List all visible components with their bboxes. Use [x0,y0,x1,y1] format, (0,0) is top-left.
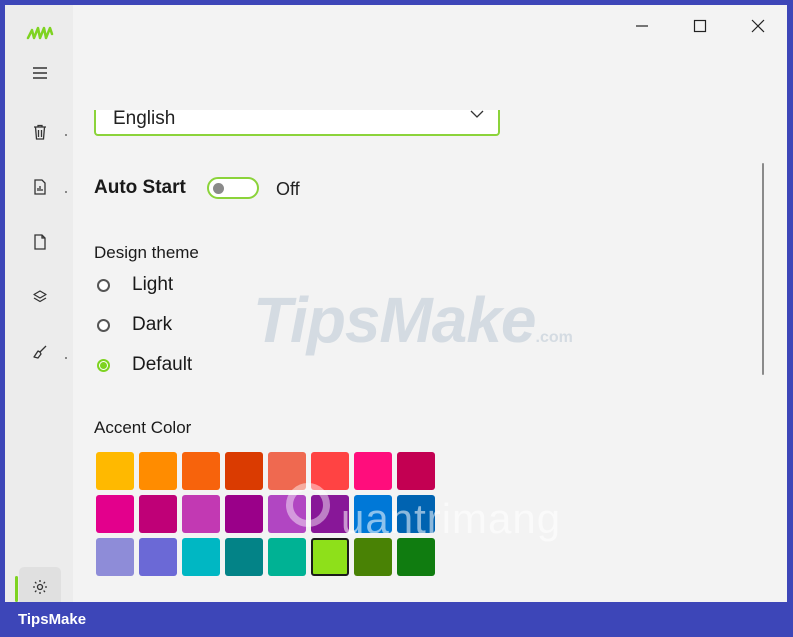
theme-option-default[interactable]: Default [97,352,192,378]
accent-swatch[interactable] [354,452,392,490]
radio-button[interactable] [97,278,110,292]
accent-swatch[interactable] [139,495,177,533]
brand-label: TipsMake [18,611,87,628]
active-indicator [15,576,18,602]
sidebar [5,5,73,602]
sidebar-item-reports[interactable] [19,167,61,207]
sidebar-dot [65,134,67,136]
accent-swatch[interactable] [96,495,134,533]
theme-option-light[interactable]: Light [97,272,173,298]
sidebar-dot [65,191,67,193]
watermark-suffix: .com [535,329,573,346]
theme-option-dark[interactable]: Dark [97,312,172,338]
chevron-down-icon [470,110,484,118]
language-value: English [113,110,176,129]
accent-swatch[interactable] [268,538,306,576]
layers-icon [33,290,47,303]
chart-document-icon [34,179,46,195]
auto-start-state: Off [276,179,300,199]
design-theme-label: Design theme [94,243,199,262]
close-icon [751,19,765,33]
scrollbar[interactable] [762,163,764,375]
minimize-button[interactable] [613,5,671,47]
radio-button[interactable] [97,318,110,332]
theme-option-label: Light [132,274,174,295]
accent-swatch[interactable] [225,452,263,490]
accent-swatch[interactable] [397,452,435,490]
auto-start-toggle[interactable] [207,177,259,199]
accent-swatch[interactable] [225,495,263,533]
window-controls [613,5,787,47]
accent-swatch[interactable] [182,538,220,576]
watermark-text: TipsMake [253,284,536,356]
sidebar-item-documents[interactable] [19,222,61,262]
sidebar-item-trash[interactable] [19,112,61,152]
minimize-icon [636,25,648,27]
accent-swatch[interactable] [225,538,263,576]
hamburger-icon [33,67,47,79]
sidebar-dot [65,357,67,359]
theme-option-label: Dark [132,314,173,335]
maximize-button[interactable] [671,5,729,47]
sidebar-item-layers[interactable] [19,277,61,317]
quantrimang-watermark: uantrimang [341,495,562,542]
sidebar-item-cleaner[interactable] [19,332,61,372]
language-dropdown[interactable]: English [94,110,500,136]
radio-button-checked[interactable] [97,358,110,372]
sidebar-item-settings[interactable] [19,567,61,602]
accent-swatch[interactable] [182,452,220,490]
app-window: English Auto Start Off Design theme Ligh… [5,5,787,602]
trash-icon [34,124,46,140]
accent-swatch[interactable] [182,495,220,533]
accent-swatch[interactable] [96,452,134,490]
accent-swatch[interactable] [397,538,435,576]
auto-start-label: Auto Start [94,177,186,198]
accent-swatch-selected[interactable] [311,538,349,576]
tipsmake-watermark: TipsMake.com [253,283,573,357]
hamburger-menu-button[interactable] [19,53,61,93]
app-logo-icon [26,26,54,40]
quantrimang-watermark-logo [286,483,330,527]
brand-footer: TipsMake [0,602,793,637]
accent-color-label: Accent Color [94,418,192,437]
accent-swatch[interactable] [96,538,134,576]
toggle-knob [213,183,224,194]
broom-icon [33,345,47,359]
close-button[interactable] [729,5,787,47]
gear-icon [33,580,47,594]
maximize-icon [693,19,707,33]
accent-swatch[interactable] [139,452,177,490]
accent-swatch[interactable] [139,538,177,576]
document-icon [34,234,46,250]
accent-swatch[interactable] [354,538,392,576]
theme-option-label: Default [132,354,193,375]
